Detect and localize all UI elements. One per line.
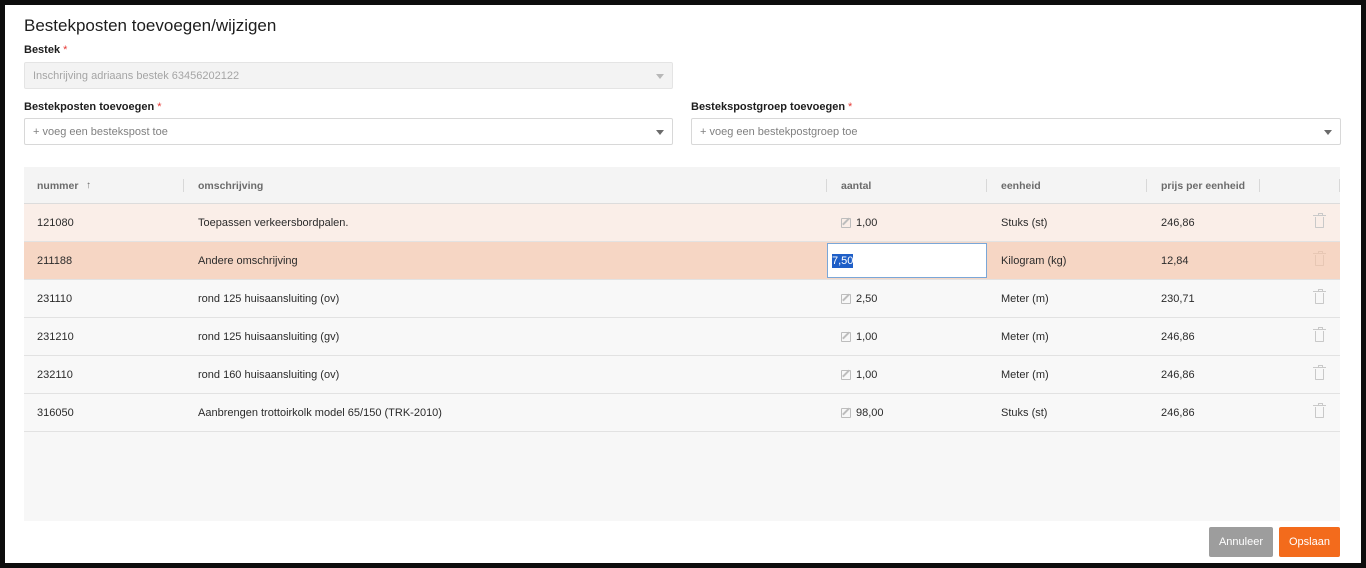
column-divider[interactable]: [183, 179, 184, 192]
cell-omschrijving: Aanbrengen trottoirkolk model 65/150 (TR…: [198, 406, 442, 419]
posten-label: Bestekposten toevoegen *: [24, 101, 162, 113]
column-header-omschrijving[interactable]: omschrijving: [198, 167, 263, 204]
cell-omschrijving: rond 125 huisaansluiting (ov): [198, 292, 340, 305]
table-row[interactable]: 231110 rond 125 huisaansluiting (ov) 2,5…: [24, 280, 1340, 318]
cell-nummer: 232110: [37, 368, 73, 381]
column-header-prijs[interactable]: prijs per eenheid: [1161, 167, 1245, 204]
cell-prijs: 230,71: [1161, 292, 1195, 305]
cell-prijs: 246,86: [1161, 406, 1195, 419]
cell-aantal[interactable]: 1,00: [841, 356, 877, 393]
posten-select[interactable]: + voeg een bestekspost toe: [24, 118, 673, 145]
cell-omschrijving: Toepassen verkeersbordpalen.: [198, 216, 349, 229]
aantal-edit-input[interactable]: 7,50: [827, 243, 987, 278]
cell-aantal[interactable]: 2,50: [841, 280, 877, 317]
cell-prijs: 246,86: [1161, 368, 1195, 381]
required-mark: *: [157, 101, 162, 113]
cell-eenheid: Meter (m): [1001, 368, 1049, 381]
edit-icon[interactable]: [841, 407, 851, 418]
cell-eenheid: Meter (m): [1001, 330, 1049, 343]
cell-omschrijving: Andere omschrijving: [198, 254, 298, 267]
required-mark: *: [848, 101, 853, 113]
chevron-down-icon: [1324, 130, 1332, 135]
trash-icon[interactable]: [1313, 289, 1326, 304]
cell-eenheid: Meter (m): [1001, 292, 1049, 305]
bestek-select-value: Inschrijving adriaans bestek 63456202122: [33, 69, 240, 82]
edit-icon[interactable]: [841, 293, 851, 304]
cell-prijs: 246,86: [1161, 330, 1195, 343]
groep-select-placeholder: + voeg een bestekpostgroep toe: [700, 125, 858, 138]
trash-icon[interactable]: [1313, 327, 1326, 342]
dialog: Bestekposten toevoegen/wijzigen Bestek * …: [5, 5, 1361, 563]
table-row[interactable]: 121080 Toepassen verkeersbordpalen. 1,00…: [24, 204, 1340, 242]
table-row[interactable]: 232110 rond 160 huisaansluiting (ov) 1,0…: [24, 356, 1340, 394]
edit-icon[interactable]: [841, 369, 851, 380]
column-header-nummer[interactable]: nummer ↑: [37, 167, 93, 204]
cell-aantal[interactable]: 1,00: [841, 204, 877, 241]
column-divider[interactable]: [1339, 179, 1340, 192]
column-header-eenheid[interactable]: eenheid: [1001, 167, 1041, 204]
required-mark: *: [63, 44, 68, 56]
cancel-button[interactable]: Annuleer: [1209, 527, 1273, 557]
selected-text: 7,50: [832, 253, 854, 268]
edit-icon[interactable]: [841, 331, 851, 342]
save-button[interactable]: Opslaan: [1279, 527, 1340, 557]
cell-aantal[interactable]: 1,00: [841, 318, 877, 355]
table-row[interactable]: 211188 Andere omschrijving 7,50 Kilogram…: [24, 242, 1340, 280]
cell-nummer: 211188: [37, 254, 73, 267]
cell-prijs: 246,86: [1161, 216, 1195, 229]
bestek-select[interactable]: Inschrijving adriaans bestek 63456202122: [24, 62, 673, 89]
cell-nummer: 231110: [37, 292, 73, 305]
column-divider[interactable]: [986, 179, 987, 192]
bestek-label: Bestek *: [24, 44, 68, 56]
cell-eenheid: Stuks (st): [1001, 216, 1048, 229]
cell-eenheid: Kilogram (kg): [1001, 254, 1067, 267]
column-divider[interactable]: [1259, 179, 1260, 192]
groep-label: Bestekspostgroep toevoegen *: [691, 101, 853, 113]
cell-eenheid: Stuks (st): [1001, 406, 1048, 419]
column-divider[interactable]: [826, 179, 827, 192]
groep-select[interactable]: + voeg een bestekpostgroep toe: [691, 118, 1341, 145]
edit-icon[interactable]: [841, 217, 851, 228]
cell-prijs: 12,84: [1161, 254, 1189, 267]
cell-nummer: 316050: [37, 406, 74, 419]
cell-omschrijving: rond 160 huisaansluiting (ov): [198, 368, 340, 381]
column-header-aantal[interactable]: aantal: [841, 167, 871, 204]
chevron-down-icon: [656, 130, 664, 135]
trash-icon[interactable]: [1313, 213, 1326, 228]
cell-nummer: 231210: [37, 330, 74, 343]
trash-icon[interactable]: [1313, 365, 1326, 380]
trash-icon[interactable]: [1313, 251, 1326, 266]
cell-omschrijving: rond 125 huisaansluiting (gv): [198, 330, 340, 343]
table-header: nummer ↑ omschrijving aantal eenheid pri…: [24, 167, 1340, 204]
table-row[interactable]: 231210 rond 125 huisaansluiting (gv) 1,0…: [24, 318, 1340, 356]
cell-nummer: 121080: [37, 216, 74, 229]
column-divider[interactable]: [1146, 179, 1147, 192]
posten-select-placeholder: + voeg een bestekspost toe: [33, 125, 168, 138]
arrow-up-icon[interactable]: ↑: [83, 180, 93, 191]
trash-icon[interactable]: [1313, 403, 1326, 418]
cell-aantal[interactable]: 98,00: [841, 394, 884, 431]
dialog-title: Bestekposten toevoegen/wijzigen: [24, 16, 277, 35]
table-row[interactable]: 316050 Aanbrengen trottoirkolk model 65/…: [24, 394, 1340, 432]
chevron-down-icon: [656, 74, 664, 79]
bestekposten-table: nummer ↑ omschrijving aantal eenheid pri…: [24, 167, 1340, 521]
